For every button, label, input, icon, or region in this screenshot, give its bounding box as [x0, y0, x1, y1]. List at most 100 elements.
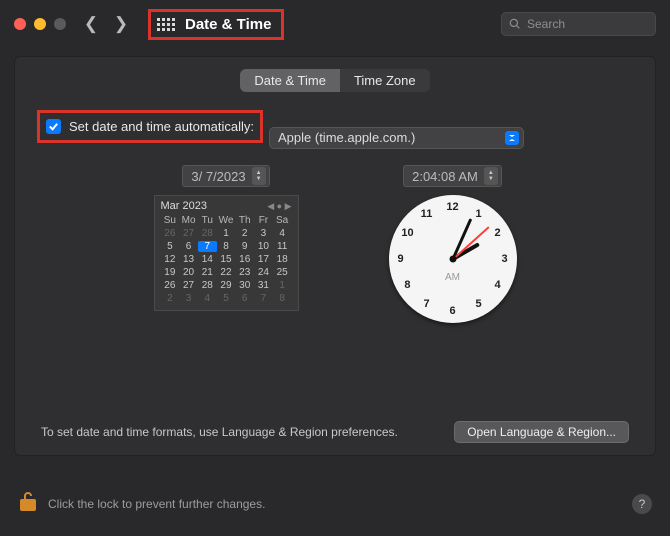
calendar-day[interactable]: 29: [217, 280, 236, 291]
calendar-day[interactable]: 28: [198, 280, 217, 291]
page-title: Date & Time: [185, 16, 271, 33]
clock-number: 12: [446, 201, 458, 213]
calendar-day[interactable]: 6: [179, 241, 198, 252]
calendar-dow: Th: [235, 215, 254, 226]
calendar-day[interactable]: 5: [217, 293, 236, 304]
calendar-day[interactable]: 14: [198, 254, 217, 265]
calendar-day[interactable]: 27: [179, 228, 198, 239]
time-stepper[interactable]: ▲▼: [484, 167, 498, 185]
format-hint: To set date and time formats, use Langua…: [41, 425, 398, 439]
calendar-day[interactable]: 27: [179, 280, 198, 291]
calendar-day[interactable]: 21: [198, 267, 217, 278]
calendar-dow: Fr: [254, 215, 273, 226]
clock-number: 1: [475, 208, 481, 220]
calendar-day[interactable]: 15: [217, 254, 236, 265]
all-prefs-icon[interactable]: [157, 18, 175, 31]
clock-number: 11: [421, 208, 433, 220]
calendar-day[interactable]: 30: [235, 280, 254, 291]
clock-number: 5: [475, 298, 481, 310]
search-icon: [509, 18, 521, 30]
help-button[interactable]: ?: [632, 494, 652, 514]
clock-number: 6: [449, 305, 455, 317]
clock-number: 3: [501, 253, 507, 265]
calendar-dow: We: [217, 215, 236, 226]
date-stepper[interactable]: ▲▼: [252, 167, 266, 185]
titlebar: ❮ ❯ Date & Time Search: [0, 0, 670, 48]
lock-bar: Click the lock to prevent further change…: [18, 490, 652, 517]
calendar-day[interactable]: 23: [235, 267, 254, 278]
calendar-day[interactable]: 16: [235, 254, 254, 265]
lock-text: Click the lock to prevent further change…: [48, 497, 265, 511]
clock-number: 7: [423, 298, 429, 310]
clock-number: 4: [494, 279, 500, 291]
calendar-nav[interactable]: ◀ ● ▶: [267, 201, 291, 212]
open-language-region-button[interactable]: Open Language & Region...: [454, 421, 629, 443]
auto-datetime-checkbox[interactable]: [46, 119, 61, 134]
calendar-dow: Mo: [179, 215, 198, 226]
calendar-day[interactable]: 9: [235, 241, 254, 252]
calendar-day[interactable]: 7: [254, 293, 273, 304]
calendar-day[interactable]: 10: [254, 241, 273, 252]
close-window-icon[interactable]: [14, 18, 26, 30]
calendar-day[interactable]: 11: [273, 241, 292, 252]
calendar-day[interactable]: 20: [179, 267, 198, 278]
calendar-day[interactable]: 26: [161, 228, 180, 239]
date-column: 3/ 7/2023 ▲▼ Mar 2023 ◀ ● ▶ SuMoTuWeThFr…: [154, 165, 299, 311]
calendar-day[interactable]: 12: [161, 254, 180, 265]
calendar-day[interactable]: 8: [273, 293, 292, 304]
calendar-day[interactable]: 25: [273, 267, 292, 278]
forward-button[interactable]: ❯: [110, 14, 132, 34]
title-group: Date & Time: [148, 9, 284, 40]
calendar-dow: Tu: [198, 215, 217, 226]
time-server-dropdown[interactable]: Apple (time.apple.com.): [269, 127, 524, 149]
analog-clock: AM 121234567891011: [389, 195, 517, 323]
time-server-value: Apple (time.apple.com.): [278, 130, 415, 145]
calendar-day[interactable]: 31: [254, 280, 273, 291]
back-button[interactable]: ❮: [80, 14, 102, 34]
calendar-day[interactable]: 1: [217, 228, 236, 239]
calendar-day[interactable]: 5: [161, 241, 180, 252]
calendar-day[interactable]: 22: [217, 267, 236, 278]
minimize-window-icon[interactable]: [34, 18, 46, 30]
chevron-down-icon: [505, 131, 519, 145]
calendar-day[interactable]: 19: [161, 267, 180, 278]
calendar-dow: Su: [161, 215, 180, 226]
tab-time-zone[interactable]: Time Zone: [340, 69, 430, 92]
calendar-day[interactable]: 4: [198, 293, 217, 304]
calendar-day[interactable]: 24: [254, 267, 273, 278]
time-field[interactable]: 2:04:08 AM ▲▼: [403, 165, 502, 187]
calendar-day[interactable]: 17: [254, 254, 273, 265]
calendar-day[interactable]: 26: [161, 280, 180, 291]
clock-number: 9: [397, 253, 403, 265]
calendar-day[interactable]: 1: [273, 280, 292, 291]
window-controls: [14, 18, 66, 30]
calendar-day[interactable]: 2: [161, 293, 180, 304]
search-input[interactable]: Search: [501, 12, 656, 36]
tab-bar: Date & Time Time Zone: [41, 69, 629, 92]
calendar-day[interactable]: 3: [179, 293, 198, 304]
clock-number: 10: [401, 227, 413, 239]
calendar-dow: Sa: [273, 215, 292, 226]
calendar-day[interactable]: 28: [198, 228, 217, 239]
clock-ampm: AM: [445, 272, 460, 283]
calendar-title: Mar 2023: [161, 200, 207, 212]
calendar-day[interactable]: 18: [273, 254, 292, 265]
clock-number: 8: [404, 279, 410, 291]
calendar-day[interactable]: 3: [254, 228, 273, 239]
time-column: 2:04:08 AM ▲▼ AM 121234567891011: [389, 165, 517, 323]
date-field[interactable]: 3/ 7/2023 ▲▼: [182, 165, 269, 187]
lock-icon[interactable]: [18, 490, 38, 517]
tab-date-time[interactable]: Date & Time: [240, 69, 340, 92]
auto-datetime-label: Set date and time automatically:: [69, 119, 254, 134]
zoom-window-icon: [54, 18, 66, 30]
calendar-day[interactable]: 6: [235, 293, 254, 304]
settings-panel: Date & Time Time Zone Set date and time …: [14, 56, 656, 456]
clock-number: 2: [494, 227, 500, 239]
calendar-day[interactable]: 13: [179, 254, 198, 265]
calendar[interactable]: Mar 2023 ◀ ● ▶ SuMoTuWeThFrSa26272812345…: [154, 195, 299, 311]
calendar-day[interactable]: 2: [235, 228, 254, 239]
calendar-day[interactable]: 8: [217, 241, 236, 252]
calendar-day[interactable]: 4: [273, 228, 292, 239]
auto-datetime-row: Set date and time automatically:: [37, 110, 263, 143]
calendar-day[interactable]: 7: [198, 241, 217, 252]
